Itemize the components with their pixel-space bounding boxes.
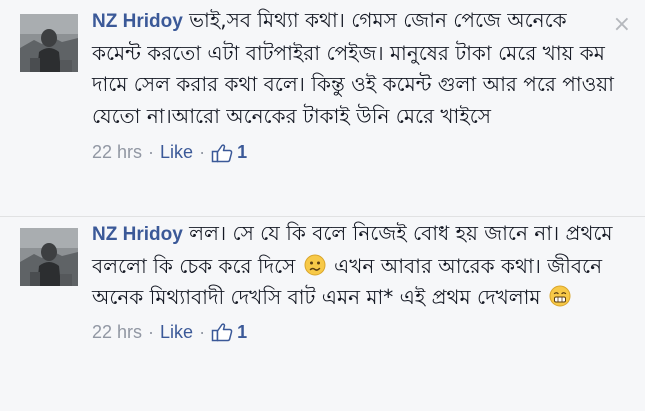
like-count[interactable]: 1 <box>237 142 247 163</box>
comment-meta: 22 hrs · Like · 1 <box>92 322 614 343</box>
like-button[interactable]: Like <box>160 142 193 163</box>
user-avatar-icon[interactable] <box>20 228 78 286</box>
thumbs-up-icon[interactable] <box>211 143 233 163</box>
grimace-face-icon <box>549 285 571 307</box>
comment-body: NZ Hridoy লল। সে যে কি বলে নিজেই বোধ হয়… <box>92 218 614 343</box>
meta-separator: · <box>148 142 155 162</box>
meta-separator: · <box>148 321 155 342</box>
thumbs-up-icon[interactable] <box>211 322 233 342</box>
comment-timestamp[interactable]: 22 hrs <box>92 142 142 163</box>
comment-author-link[interactable]: NZ Hridoy <box>92 11 183 32</box>
close-icon[interactable]: × <box>613 14 631 36</box>
meta-separator: · <box>199 142 206 162</box>
comment-text-block: NZ Hridoy লল। সে যে কি বলে নিজেই বোধ হয়… <box>92 218 614 314</box>
meta-separator: · <box>199 321 206 342</box>
comment-divider <box>0 216 645 217</box>
comment-author-link[interactable]: NZ Hridoy <box>92 224 183 245</box>
confused-face-icon <box>304 254 326 276</box>
comment-feed: NZ Hridoy ভাই,সব মিথ্যা কথা। গেমস জোন পে… <box>0 0 645 411</box>
like-button[interactable]: Like <box>160 322 193 343</box>
comment-body: NZ Hridoy ভাই,সব মিথ্যা কথা। গেমস জোন পে… <box>92 5 614 163</box>
comment-meta: 22 hrs · Like · 1 <box>92 142 614 163</box>
comment-item: NZ Hridoy ভাই,সব মিথ্যা কথা। গেমস জোন পে… <box>0 0 645 217</box>
like-count[interactable]: 1 <box>237 322 247 343</box>
user-avatar-icon[interactable] <box>20 14 78 72</box>
comment-item: NZ Hridoy লল। সে যে কি বলে নিজেই বোধ হয়… <box>0 218 645 411</box>
comment-text-block: NZ Hridoy ভাই,সব মিথ্যা কথা। গেমস জোন পে… <box>92 5 614 132</box>
comment-timestamp[interactable]: 22 hrs <box>92 322 142 343</box>
